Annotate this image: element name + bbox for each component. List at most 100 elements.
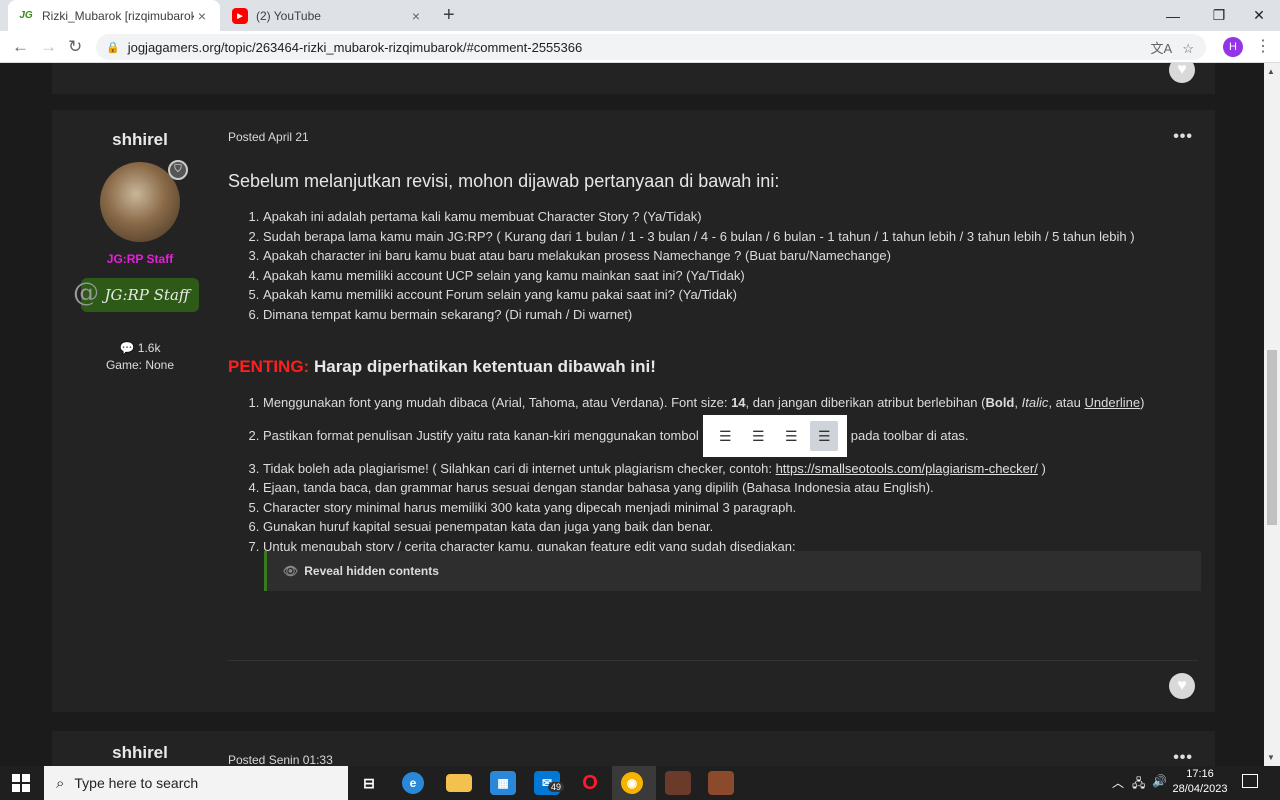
forward-button[interactable]: → xyxy=(40,37,57,57)
rule-text: Menggunakan font yang mudah dibaca (Aria… xyxy=(263,395,732,410)
scrollbar-thumb[interactable] xyxy=(1267,350,1277,525)
url-text: jogjagamers.org/topic/263464-rizki_mubar… xyxy=(127,39,583,55)
rule-text: ) xyxy=(1140,395,1145,410)
scroll-down-icon[interactable]: ▼ xyxy=(1267,753,1275,762)
staff-badge: JG:RP Staff xyxy=(73,276,199,312)
rule-text: pada toolbar di atas. xyxy=(850,427,969,443)
list-item: Gunakan huruf kapital sesuai penempatan … xyxy=(263,517,1144,537)
url-input[interactable]: 🔒 jogjagamers.org/topic/263464-rizki_mub… xyxy=(96,34,1206,60)
network-icon[interactable]: 🖧 xyxy=(1132,774,1145,795)
post-options-icon[interactable]: ••• xyxy=(1173,128,1193,146)
back-button[interactable]: ← xyxy=(12,37,29,57)
eye-icon: 👁 xyxy=(283,564,299,578)
taskbar-clock[interactable]: 17:16 28/04/2023 xyxy=(1172,767,1228,797)
penting-text: Harap diperhatikan ketentuan dibawah ini… xyxy=(309,357,656,376)
rule-text: ) xyxy=(1037,460,1046,476)
avatar[interactable]: ⛉ xyxy=(100,160,188,242)
list-item: Character story minimal harus memiliki 3… xyxy=(263,498,1144,518)
new-tab-button[interactable]: + xyxy=(443,4,455,27)
tab-title: (2) YouTube xyxy=(256,8,321,23)
windows-taskbar: ⌕ Type here to search ⊟ e ▦ ✉ 49 O ◉ ︿ 🖧… xyxy=(0,766,1280,800)
windows-start-icon[interactable] xyxy=(12,774,30,792)
author-panel: shhirel xyxy=(52,731,228,763)
tray-chevron-icon[interactable]: ︿ xyxy=(1112,774,1124,791)
penting-label: PENTING: xyxy=(228,357,310,376)
rule-text: , xyxy=(1014,395,1022,410)
author-stats: 💬 1.6k Game: None xyxy=(52,340,228,374)
translate-and-bookmark-icons[interactable]: 文A ☆ xyxy=(1151,38,1194,57)
reveal-label: Reveal hidden contents xyxy=(304,564,439,578)
close-window-button[interactable]: ✕ xyxy=(1236,0,1280,31)
reload-button[interactable]: ↻ xyxy=(68,37,82,57)
list-item: Ejaan, tanda baca, dan grammar harus ses… xyxy=(263,478,1144,498)
author-panel: shhirel ⛉ JG:RP Staff JG:RP Staff 💬 1.6k… xyxy=(52,110,228,374)
question-list: Apakah ini adalah pertama kali kamu memb… xyxy=(263,207,1135,325)
search-icon: ⌕ xyxy=(56,774,65,792)
game-app-icon-2[interactable] xyxy=(708,771,734,795)
forum-page: ♥ shhirel ⛉ JG:RP Staff JG:RP Staff 💬 1.… xyxy=(0,63,1264,766)
comment-icon: 💬 xyxy=(119,341,135,355)
page-scrollbar[interactable]: ▲ ▼ xyxy=(1264,63,1280,766)
mail-badge: 49 xyxy=(548,782,565,792)
rule-text: , atau xyxy=(1048,395,1085,410)
opera-icon[interactable]: O xyxy=(577,771,603,795)
list-item: Tidak boleh ada plagiarisme! ( Silahkan … xyxy=(263,459,1144,479)
author-game: Game: None xyxy=(105,358,175,372)
scroll-up-icon[interactable]: ▲ xyxy=(1267,67,1275,76)
tab-title: Rizki_Mubarok [rizqimubarok] - xyxy=(42,8,194,23)
rule-underline: Underline xyxy=(1084,395,1141,410)
list-item: Sudah berapa lama kamu main JG:RP? ( Kur… xyxy=(263,227,1135,247)
tab-youtube[interactable]: ▶ (2) YouTube × xyxy=(222,0,434,31)
file-explorer-icon[interactable] xyxy=(446,774,472,792)
task-view-icon[interactable]: ⊟ xyxy=(356,771,382,795)
browser-menu-icon[interactable]: ⋮ xyxy=(1255,36,1271,56)
posted-date[interactable]: Posted Senin 01:33 xyxy=(228,753,333,766)
list-item: Apakah ini adalah pertama kali kamu memb… xyxy=(263,207,1135,227)
author-role: JG:RP Staff xyxy=(106,252,174,266)
address-bar: ← → ↻ 🔒 jogjagamers.org/topic/263464-riz… xyxy=(0,31,1280,63)
reveal-hidden-contents-button[interactable]: 👁 Reveal hidden contents xyxy=(264,551,1201,591)
plagiarism-checker-link[interactable]: https://smallseotools.com/plagiarism-che… xyxy=(776,461,1038,476)
next-post: shhirel Posted Senin 01:33 ••• xyxy=(52,731,1215,766)
taskbar-search-input[interactable]: ⌕ Type here to search xyxy=(44,766,348,800)
tab-close-icon[interactable]: × xyxy=(408,8,424,24)
game-app-icon[interactable] xyxy=(665,771,691,795)
clock-time: 17:16 xyxy=(1186,768,1214,780)
minimize-button[interactable]: — xyxy=(1150,0,1196,31)
comment-post: shhirel ⛉ JG:RP Staff JG:RP Staff 💬 1.6k… xyxy=(52,110,1215,712)
list-item: Apakah kamu memiliki account UCP selain … xyxy=(263,266,1135,286)
lock-icon[interactable]: 🔒 xyxy=(106,41,120,54)
profile-avatar[interactable]: H xyxy=(1223,37,1243,57)
divider xyxy=(228,660,1198,661)
intro-text: Sebelum melanjutkan revisi, mohon dijawa… xyxy=(228,171,780,191)
tab-close-icon[interactable]: × xyxy=(194,8,210,24)
author-name[interactable]: shhirel xyxy=(52,743,228,763)
edge-icon[interactable]: e xyxy=(402,772,424,794)
volume-icon[interactable]: 🔊 xyxy=(1152,774,1167,788)
post-options-icon[interactable]: ••• xyxy=(1173,749,1193,766)
store-icon[interactable]: ▦ xyxy=(490,771,516,795)
align-center-icon: ☰ xyxy=(751,428,765,445)
browser-tab-bar: JG Rizki_Mubarok [rizqimubarok] - × ▶ (2… xyxy=(0,0,1280,31)
list-item: Apakah character ini baru kamu buat atau… xyxy=(263,246,1135,266)
list-item: Menggunakan font yang mudah dibaca (Aria… xyxy=(263,393,1144,413)
heart-icon[interactable]: ♥ xyxy=(1169,63,1195,83)
posted-date[interactable]: Posted April 21 xyxy=(228,130,309,144)
tab-jogjagamers[interactable]: JG Rizki_Mubarok [rizqimubarok] - × xyxy=(8,0,220,31)
youtube-favicon-icon: ▶ xyxy=(232,7,248,24)
list-item: Dimana tempat kamu bermain sekarang? (Di… xyxy=(263,305,1135,325)
align-left-icon: ☰ xyxy=(718,428,732,445)
alignment-toolbar-image: ☰ ☰ ☰ ☰ xyxy=(702,415,847,458)
rule-text: , dan jangan diberikan atribut berlebiha… xyxy=(745,395,986,410)
chrome-icon[interactable]: ◉ xyxy=(621,772,643,794)
author-name[interactable]: shhirel xyxy=(52,130,228,150)
post-count: 1.6k xyxy=(137,341,161,355)
rule-italic: Italic xyxy=(1021,395,1049,410)
notification-icon[interactable] xyxy=(1242,774,1258,788)
rule-bold: Bold xyxy=(985,395,1015,410)
rules-list: Menggunakan font yang mudah dibaca (Aria… xyxy=(263,393,1144,557)
previous-post: ♥ xyxy=(52,63,1215,94)
rule-text: Tidak boleh ada plagiarisme! ( Silahkan … xyxy=(263,460,776,476)
align-right-icon: ☰ xyxy=(784,428,798,445)
heart-icon[interactable]: ♥ xyxy=(1169,673,1195,699)
